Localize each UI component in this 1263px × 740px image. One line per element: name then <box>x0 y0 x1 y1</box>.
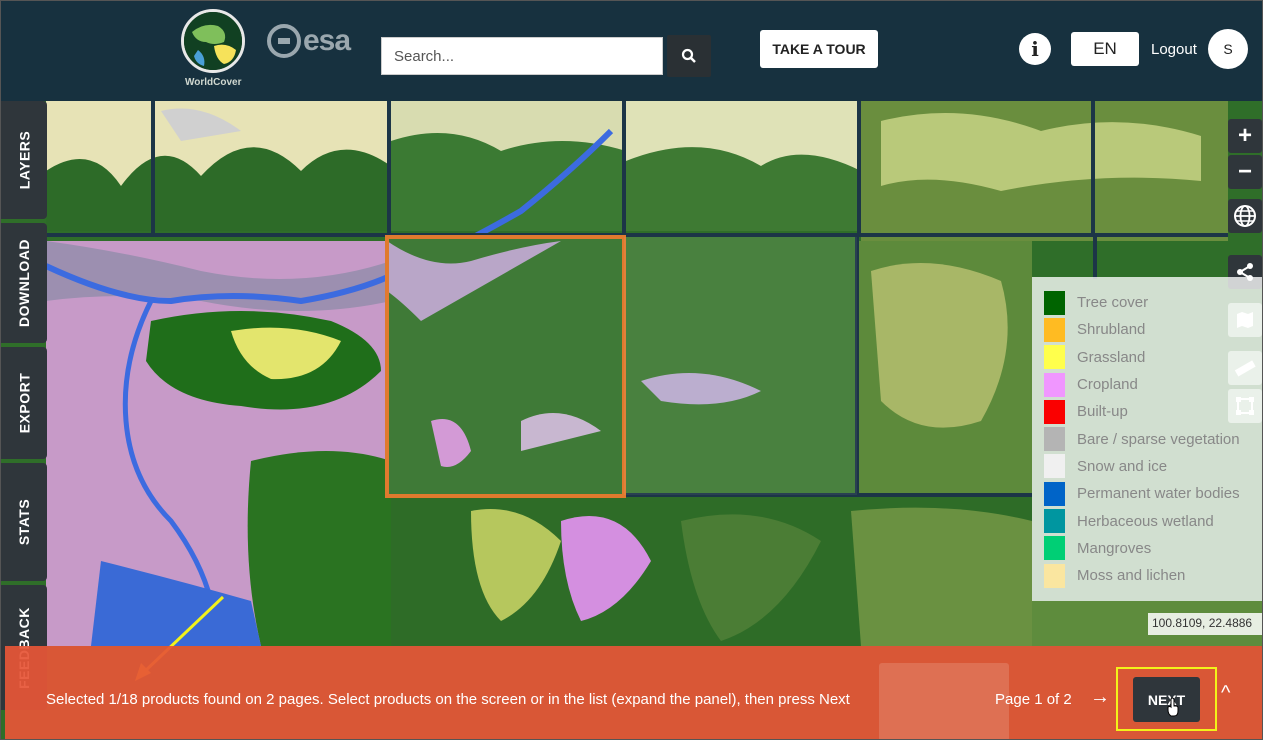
info-icon[interactable]: i <box>1019 33 1051 65</box>
legend-label: Bare / sparse vegetation <box>1077 430 1240 448</box>
legend-swatch <box>1044 454 1065 479</box>
legend-label: Mangroves <box>1077 539 1152 557</box>
legend-label: Moss and lichen <box>1077 567 1186 585</box>
user-avatar[interactable]: S <box>1208 29 1248 69</box>
legend-item: Snow and ice <box>1044 453 1262 480</box>
globe-icon <box>1234 205 1256 227</box>
zoom-in-button[interactable]: + <box>1228 119 1262 153</box>
legend-item: Tree cover <box>1044 289 1262 316</box>
legend-label: Shrubland <box>1077 321 1146 339</box>
cursor-hand-icon <box>1167 697 1179 717</box>
tab-download-label: DOWNLOAD <box>16 239 32 327</box>
esa-mark-icon <box>267 24 301 58</box>
coordinate-readout: 100.8109, 22.4886 <box>1148 613 1262 635</box>
minimap[interactable] <box>879 663 1009 739</box>
tab-export[interactable]: EXPORT <box>1 347 47 459</box>
tab-export-label: EXPORT <box>16 372 33 434</box>
legend-label: Built-up <box>1077 403 1128 421</box>
header-bar: WorldCover esa TAKE A TOUR i EN Logout S <box>1 1 1262 101</box>
next-page-arrow-icon[interactable]: → <box>1090 686 1110 709</box>
tab-stats[interactable]: STATS <box>1 463 47 581</box>
selection-message: Selected 1/18 products found on 2 pages.… <box>46 691 850 708</box>
legend-item: Mangroves <box>1044 535 1262 562</box>
tab-stats-label: STATS <box>16 498 32 546</box>
legend-swatch <box>1044 399 1065 424</box>
legend-swatch <box>1044 481 1065 506</box>
legend-item: Herbaceous wetland <box>1044 507 1262 534</box>
legend-label: Grassland <box>1077 348 1146 366</box>
tab-download[interactable]: DOWNLOAD <box>1 223 47 343</box>
legend-item: Built-up <box>1044 398 1262 425</box>
legend-item: Grassland <box>1044 344 1262 371</box>
tab-layers[interactable]: LAYERS <box>1 101 47 219</box>
page-indicator: Page 1 of 2 <box>995 691 1072 708</box>
esa-logo-text: esa <box>303 24 351 57</box>
legend-item: Permanent water bodies <box>1044 480 1262 507</box>
legend-label: Tree cover <box>1077 294 1149 312</box>
globe-icon <box>181 9 245 73</box>
legend-item: Moss and lichen <box>1044 562 1262 589</box>
legend-swatch <box>1044 536 1065 561</box>
search-input[interactable] <box>381 37 664 75</box>
logo-text: WorldCover <box>185 77 242 88</box>
search-icon <box>681 48 696 63</box>
selection-bar: Selected 1/18 products found on 2 pages.… <box>5 646 1262 739</box>
search-bar <box>381 35 711 77</box>
legend-swatch <box>1044 372 1065 397</box>
zoom-out-button[interactable]: − <box>1228 155 1262 189</box>
next-button[interactable]: NEXT <box>1133 677 1200 722</box>
legend-swatch <box>1044 290 1065 315</box>
legend-item: Shrubland <box>1044 316 1262 343</box>
legend-swatch <box>1044 509 1065 534</box>
legend-swatch <box>1044 345 1065 370</box>
legend-swatch <box>1044 317 1065 342</box>
basemap-button[interactable] <box>1228 199 1262 233</box>
legend-label: Snow and ice <box>1077 457 1168 475</box>
legend-item: Bare / sparse vegetation <box>1044 425 1262 452</box>
take-tour-button[interactable]: TAKE A TOUR <box>760 30 878 68</box>
app-window: WorldCover esa TAKE A TOUR i EN Logout S… <box>0 0 1263 740</box>
legend-label: Cropland <box>1077 376 1138 394</box>
legend-swatch <box>1044 427 1065 452</box>
worldcover-logo[interactable]: WorldCover <box>179 7 249 89</box>
legend-item: Cropland <box>1044 371 1262 398</box>
expand-panel-chevron-icon[interactable]: ^ <box>1221 682 1230 705</box>
language-selector[interactable]: EN <box>1071 32 1139 66</box>
legend-panel: Tree cover Shrubland Grassland Cropland Buil… <box>1032 277 1262 601</box>
legend-swatch <box>1044 563 1065 588</box>
legend-label: Permanent water bodies <box>1077 485 1240 503</box>
logout-link[interactable]: Logout <box>1151 41 1197 58</box>
esa-logo[interactable]: esa <box>267 23 367 59</box>
legend-label: Herbaceous wetland <box>1077 512 1214 530</box>
tab-layers-label: LAYERS <box>16 130 33 190</box>
search-button[interactable] <box>667 35 711 77</box>
